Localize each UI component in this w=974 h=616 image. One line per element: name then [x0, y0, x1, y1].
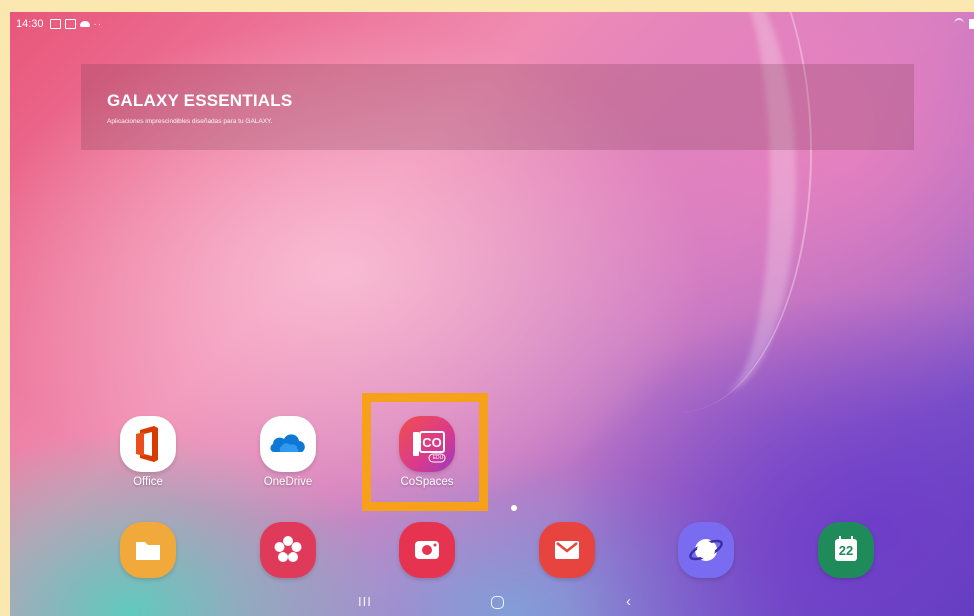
- dots-icon: ··: [93, 18, 103, 30]
- calendar-icon: 22: [818, 522, 874, 578]
- status-time: 14:30: [16, 18, 44, 30]
- my-files-icon: [120, 522, 176, 578]
- dock-calendar[interactable]: 22: [796, 522, 896, 578]
- dock-email[interactable]: [517, 522, 617, 578]
- office-icon: [120, 416, 176, 472]
- highlight-box: [362, 393, 488, 511]
- recent-apps-button[interactable]: III: [358, 594, 372, 609]
- battery-icon: [969, 19, 974, 29]
- app-office[interactable]: Office: [98, 416, 198, 488]
- app-onedrive[interactable]: OneDrive: [238, 416, 338, 488]
- wifi-icon: [954, 18, 964, 30]
- notification-icons: ··: [49, 18, 103, 30]
- dock-galaxy-store[interactable]: [238, 522, 338, 578]
- galaxy-store-icon: [260, 522, 316, 578]
- app-label: Office: [133, 476, 163, 488]
- widget-title: GALAXY ESSENTIALS: [107, 91, 293, 110]
- dock-camera[interactable]: [377, 522, 477, 578]
- photo-icon: [64, 19, 76, 29]
- back-button[interactable]: ‹: [626, 593, 631, 610]
- widget-subtitle: Aplicaciones imprescindibles diseñadas p…: [107, 118, 273, 125]
- onedrive-icon: [260, 416, 316, 472]
- app-label: OneDrive: [263, 476, 313, 488]
- gallery-icon: [49, 19, 61, 29]
- camera-icon: [399, 522, 455, 578]
- internet-icon: [678, 522, 734, 578]
- cloud-icon: [79, 21, 90, 27]
- home-screen: 14:30 ·· GALAXY ESSENTIALS Aplicaciones …: [10, 12, 974, 616]
- status-bar: 14:30 ··: [10, 12, 974, 36]
- screenshot-frame: 14:30 ·· GALAXY ESSENTIALS Aplicaciones …: [0, 0, 974, 616]
- navigation-bar: III ‹: [10, 590, 974, 616]
- dock-my-files[interactable]: [98, 522, 198, 578]
- dock-internet[interactable]: [656, 522, 756, 578]
- home-button[interactable]: [491, 596, 504, 609]
- galaxy-essentials-widget[interactable]: GALAXY ESSENTIALS Aplicaciones imprescin…: [81, 64, 914, 150]
- page-indicator: [511, 505, 517, 511]
- email-icon: [539, 522, 595, 578]
- calendar-date: 22: [838, 543, 854, 558]
